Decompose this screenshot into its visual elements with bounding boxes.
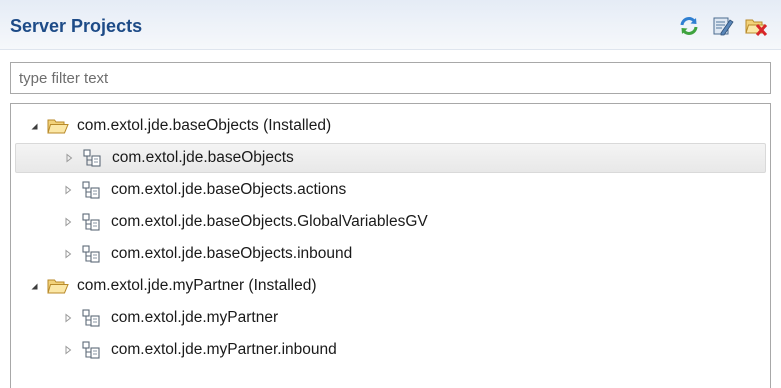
properties-icon <box>713 17 734 36</box>
remove-project-icon <box>745 19 768 37</box>
tree-item-label: com.extol.jde.myPartner <box>111 309 279 326</box>
chevron-down-icon <box>29 121 39 131</box>
expand-toggle[interactable] <box>27 279 41 293</box>
expand-toggle[interactable] <box>27 119 41 133</box>
tree-item-label: com.extol.jde.baseObjects.actions <box>111 181 347 198</box>
view-toolbar <box>677 14 769 38</box>
tree-project-label: com.extol.jde.myPartner (Installed) <box>77 277 317 294</box>
expand-toggle[interactable] <box>61 215 75 229</box>
tree-project[interactable]: com.extol.jde.myPartner (Installed) <box>15 271 766 301</box>
tree-project[interactable]: com.extol.jde.baseObjects (Installed) <box>15 111 766 141</box>
chevron-right-icon <box>63 217 73 227</box>
package-icon <box>81 308 101 328</box>
remove-project-button[interactable] <box>745 14 769 38</box>
tree-item[interactable]: com.extol.jde.baseObjects.actions <box>15 175 766 205</box>
chevron-right-icon <box>63 313 73 323</box>
chevron-down-icon <box>29 281 39 291</box>
chevron-right-icon <box>64 153 74 163</box>
tree-item[interactable]: com.extol.jde.baseObjects.inbound <box>15 239 766 269</box>
tree-item-label: com.extol.jde.baseObjects <box>112 149 294 166</box>
package-icon <box>81 212 101 232</box>
chevron-right-icon <box>63 185 73 195</box>
properties-button[interactable] <box>711 14 735 38</box>
tree-item[interactable]: com.extol.jde.myPartner.inbound <box>15 335 766 365</box>
tree-item[interactable]: com.extol.jde.baseObjects.GlobalVariable… <box>15 207 766 237</box>
expand-toggle[interactable] <box>61 311 75 325</box>
filter-input[interactable] <box>10 62 771 94</box>
tree-item[interactable]: com.extol.jde.myPartner <box>15 303 766 333</box>
expand-toggle[interactable] <box>61 343 75 357</box>
tree-item-label: com.extol.jde.baseObjects.GlobalVariable… <box>111 213 428 230</box>
package-icon <box>81 340 101 360</box>
tree-item-label: com.extol.jde.myPartner.inbound <box>111 341 337 358</box>
refresh-button[interactable] <box>677 14 701 38</box>
expand-toggle[interactable] <box>61 247 75 261</box>
refresh-icon <box>680 17 698 35</box>
folder-open-icon <box>47 276 69 296</box>
tree-item-label: com.extol.jde.baseObjects.inbound <box>111 245 353 262</box>
package-icon <box>81 180 101 200</box>
chevron-right-icon <box>63 345 73 355</box>
chevron-right-icon <box>63 249 73 259</box>
folder-open-icon <box>47 116 69 136</box>
project-tree: com.extol.jde.baseObjects (Installed) co… <box>10 103 771 388</box>
tree-item[interactable]: com.extol.jde.baseObjects <box>15 143 766 173</box>
expand-toggle[interactable] <box>61 183 75 197</box>
server-projects-view: Server Projects type filter text com.ext… <box>0 0 781 388</box>
view-header: Server Projects <box>0 0 781 50</box>
expand-toggle[interactable] <box>62 151 76 165</box>
tree-project-label: com.extol.jde.baseObjects (Installed) <box>77 117 332 134</box>
package-icon <box>82 148 102 168</box>
view-title: Server Projects <box>10 16 143 36</box>
package-icon <box>81 244 101 264</box>
